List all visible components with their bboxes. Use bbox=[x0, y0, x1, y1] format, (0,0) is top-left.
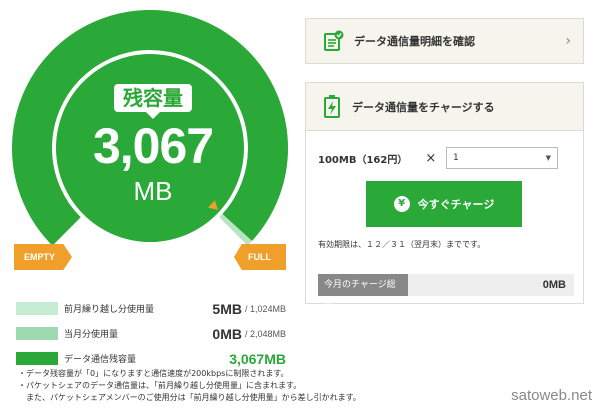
notes: ・データ残容量が「0」になりますと通信速度が200kbpsに制限されます。 ・パ… bbox=[18, 368, 361, 404]
legend-row-carryover: 前月繰り越し分使用量 5MB / 1,024MB bbox=[16, 296, 286, 321]
chevron-down-icon: ▼ bbox=[545, 154, 551, 162]
charge-panel: データ通信量をチャージする 100MB（162円） × 1 ▼ ¥ 今すぐチャー… bbox=[305, 82, 584, 312]
empty-tag: EMPTY bbox=[14, 244, 72, 270]
full-tag: FULL bbox=[234, 244, 286, 270]
note-line: ・データ残容量が「0」になりますと通信速度が200kbpsに制限されます。 bbox=[18, 369, 289, 378]
monthly-charge-total: 今月のチャージ総量 0MB bbox=[318, 274, 574, 312]
remaining-badge: 残容量 bbox=[114, 84, 192, 119]
quantity-value: 1 bbox=[453, 153, 459, 163]
legend-value: 3,067MB bbox=[229, 350, 286, 367]
document-check-icon bbox=[322, 30, 344, 52]
yen-icon: ¥ bbox=[393, 196, 410, 212]
legend-value: 5MB bbox=[212, 300, 242, 317]
remaining-swatch bbox=[16, 352, 58, 365]
battery-charge-icon bbox=[322, 94, 342, 119]
monthly-charge-total-value: 0MB bbox=[542, 279, 566, 291]
usage-detail-link[interactable]: データ通信量明細を確認 › bbox=[305, 18, 584, 64]
legend-total: / 2,048MB bbox=[244, 328, 286, 339]
legend-row-current-month: 当月分使用量 0MB / 2,048MB bbox=[16, 321, 286, 346]
watermark: satoweb.net bbox=[511, 387, 592, 404]
charge-now-label: 今すぐチャージ bbox=[417, 198, 495, 211]
charge-plan-row: 100MB（162円） × 1 ▼ bbox=[318, 147, 578, 169]
carryover-swatch bbox=[16, 302, 58, 315]
current-month-swatch bbox=[16, 327, 58, 340]
usage-legend: 前月繰り越し分使用量 5MB / 1,024MB 当月分使用量 0MB / 2,… bbox=[16, 296, 286, 371]
legend-total: / 1,024MB bbox=[244, 303, 286, 314]
monthly-charge-total-label: 今月のチャージ総量 bbox=[318, 274, 408, 312]
charge-now-button[interactable]: ¥ 今すぐチャージ bbox=[366, 181, 522, 227]
legend-label: データ通信残容量 bbox=[64, 355, 137, 365]
remaining-unit: MB bbox=[133, 176, 173, 206]
expiry-text: 有効期限は、１２／３１（翌月末）までです。 bbox=[318, 240, 486, 249]
legend-label: 当月分使用量 bbox=[64, 330, 119, 340]
charge-plan-label: 100MB（162円） bbox=[318, 154, 408, 166]
chevron-right-icon: › bbox=[565, 33, 571, 49]
capacity-gauge: 残容量 3,067 MB EMPTY FULL bbox=[0, 0, 300, 280]
note-line: ・パケットシェアのデータ通信量は、「前月繰り越し分使用量」に含まれます。 bbox=[18, 381, 302, 390]
charge-panel-title: データ通信量をチャージする bbox=[352, 100, 495, 114]
legend-label: 前月繰り越し分使用量 bbox=[64, 305, 155, 315]
note-line: また、パケットシェアメンバーのご使用分は「前月繰り越し分使用量」から差し引かれま… bbox=[18, 393, 361, 402]
quantity-select[interactable]: 1 ▼ bbox=[446, 147, 558, 169]
legend-value: 0MB bbox=[212, 325, 242, 342]
multiply-sign: × bbox=[425, 150, 437, 166]
charge-panel-header: データ通信量をチャージする bbox=[306, 83, 583, 131]
usage-detail-label: データ通信量明細を確認 bbox=[354, 35, 475, 48]
remaining-value: 3,067 bbox=[92, 118, 214, 174]
